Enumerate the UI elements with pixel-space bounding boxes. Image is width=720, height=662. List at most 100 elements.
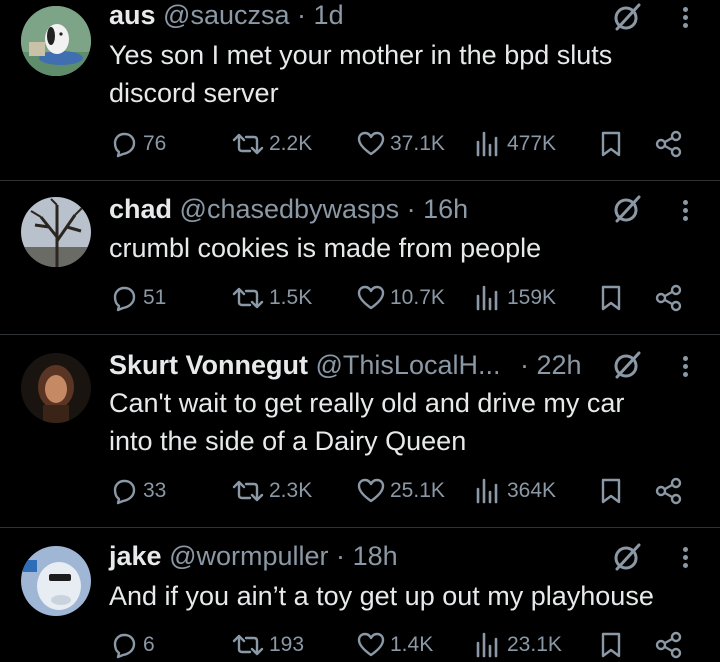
timestamp[interactable]: 16h [423,194,468,224]
reply-button[interactable]: 51 [109,281,166,315]
views-icon [476,285,498,311]
tweet[interactable]: Skurt Vonnegut @ThisLocalH... · 22h Can'… [0,335,720,528]
reply-icon [113,479,136,505]
tweet[interactable]: chad @chasedbywasps · 16h crumbl cookies… [0,181,720,334]
tweet-text-line: Yes son I met your mother in the bpd slu… [109,40,613,70]
repost-button[interactable]: 2.2K [231,127,312,161]
tweet[interactable]: aus @sauczsa · 1d Yes son I met your mot… [0,0,720,180]
share-icon [655,284,682,312]
like-icon [357,131,385,156]
like-button[interactable]: 1.4K [356,628,433,662]
display-name[interactable]: Skurt Vonnegut [109,350,308,380]
bookmark-icon [601,478,621,504]
repost-button[interactable]: 2.3K [231,474,312,508]
more-icon[interactable] [678,197,692,227]
tweet-text-line: discord server [109,78,279,108]
avatar-image [21,197,91,267]
tweet-text-line: crumbl cookies is made from people [109,233,542,263]
views-count: 159K [507,286,557,309]
tweet[interactable]: jake @wormpuller · 18h And if you ain’t … [0,528,720,659]
like-button[interactable]: 37.1K [356,127,445,161]
avatar-image [21,6,91,76]
timestamp[interactable]: 22h [537,350,582,380]
grok-icon[interactable] [612,542,642,572]
user-handle[interactable]: @wormpuller [169,541,328,571]
grok-icon[interactable] [612,350,642,380]
share-icon [655,130,682,158]
avatar-image [21,546,91,616]
user-handle[interactable]: @ThisLocalH... [316,350,501,380]
views-button[interactable]: 364K [473,474,556,508]
reply-count: 6 [143,633,155,656]
reply-icon [113,132,136,158]
reply-button[interactable]: 33 [109,474,166,508]
user-handle[interactable]: @chasedbywasps [180,194,400,224]
repost-count: 2.3K [269,479,313,502]
reply-button[interactable]: 76 [109,127,166,161]
share-button[interactable] [654,127,688,161]
separator-dot: · [406,194,416,224]
more-icon[interactable] [678,544,692,574]
reply-count: 76 [143,132,167,155]
like-icon [357,285,385,310]
tweet-text: Yes son I met your mother in the bpd slu… [109,36,679,112]
reply-icon [113,286,136,312]
action-bar: 51 1.5K 10.7K 159K [109,281,689,315]
views-button[interactable]: 477K [473,127,556,161]
separator-dot: · [520,350,529,380]
more-icon[interactable] [678,353,692,383]
timestamp[interactable]: 18h [353,541,398,571]
avatar[interactable] [21,197,91,267]
like-button[interactable]: 25.1K [356,474,445,508]
avatar-image [21,353,91,423]
bookmark-icon [601,285,621,311]
separator-dot: · [336,541,346,571]
share-button[interactable] [654,281,688,315]
views-count: 477K [507,132,557,155]
reply-count: 51 [143,286,167,309]
share-icon [655,477,682,505]
tweet-text-line: Can't wait to get really old and drive m… [109,388,625,418]
grok-icon[interactable] [612,2,642,32]
display-name[interactable]: chad [109,194,172,224]
like-button[interactable]: 10.7K [356,281,445,315]
reply-count: 33 [143,479,167,502]
repost-button[interactable]: 193 [231,628,304,662]
grok-icon[interactable] [612,194,642,224]
repost-count: 193 [269,633,305,656]
bookmark-button[interactable] [596,628,630,662]
user-handle[interactable]: @sauczsa [163,0,289,30]
bookmark-button[interactable] [596,474,630,508]
tweet-text-line: And if you ain’t a toy get up out my pla… [109,581,654,611]
views-count: 23.1K [507,633,562,656]
display-name[interactable]: aus [109,0,156,30]
views-icon [476,131,498,157]
views-button[interactable]: 23.1K [473,628,562,662]
action-bar: 6 193 1.4K 23.1K [109,628,689,662]
timestamp[interactable]: 1d [314,0,344,30]
avatar[interactable] [21,353,91,423]
share-button[interactable] [654,474,688,508]
more-icon[interactable] [678,4,692,34]
separator-dot: · [297,0,307,30]
action-bar: 33 2.3K 25.1K 364K [109,474,689,508]
bookmark-button[interactable] [596,127,630,161]
like-count: 10.7K [390,286,445,309]
repost-count: 2.2K [269,132,313,155]
reply-button[interactable]: 6 [109,628,155,662]
avatar[interactable] [21,546,91,616]
views-button[interactable]: 159K [473,281,556,315]
views-count: 364K [507,479,557,502]
like-count: 25.1K [390,479,445,502]
display-name[interactable]: jake [109,541,162,571]
repost-button[interactable]: 1.5K [231,281,312,315]
bookmark-button[interactable] [596,281,630,315]
bookmark-icon [601,131,621,157]
like-count: 1.4K [390,633,434,656]
share-button[interactable] [654,628,688,662]
action-bar: 76 2.2K 37.1K 477K [109,127,689,161]
views-icon [476,478,498,504]
avatar[interactable] [21,6,91,76]
tweet-text: Can't wait to get really old and drive m… [109,384,679,460]
like-count: 37.1K [390,132,445,155]
